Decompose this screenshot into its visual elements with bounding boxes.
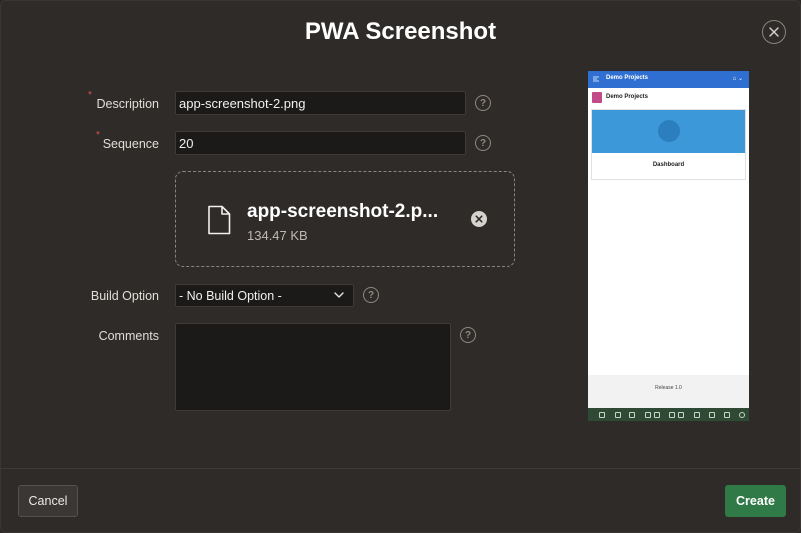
preview-release: Release 1.0 bbox=[655, 385, 682, 391]
preview-dev-toolbar bbox=[588, 408, 749, 421]
description-label: Description bbox=[96, 97, 159, 111]
preview-card-label: Dashboard bbox=[652, 162, 685, 168]
preview-app-title: Demo Projects bbox=[606, 75, 649, 81]
description-help-icon[interactable]: ? bbox=[475, 95, 491, 111]
toolbar-home-icon bbox=[599, 412, 605, 418]
comments-label: Comments bbox=[98, 329, 159, 343]
toolbar-view-icon bbox=[654, 412, 660, 418]
toolbar-toggle-icon bbox=[678, 412, 684, 418]
close-icon bbox=[475, 215, 483, 223]
preview-card-banner bbox=[592, 110, 745, 153]
preview-footer: Release 1.0 bbox=[588, 375, 749, 408]
file-name: app-screenshot-2.p... bbox=[247, 201, 439, 222]
toolbar-page-icon bbox=[629, 412, 635, 418]
close-icon bbox=[769, 27, 779, 37]
menu-icon bbox=[593, 76, 599, 82]
comments-textarea[interactable] bbox=[175, 323, 451, 411]
toolbar-theme-icon bbox=[709, 412, 715, 418]
build-option-select[interactable]: - No Build Option - bbox=[175, 284, 354, 307]
sequence-help-icon[interactable]: ? bbox=[475, 135, 491, 151]
dialog-header: PWA Screenshot bbox=[1, 1, 800, 63]
preview-dashboard-card: Dashboard bbox=[591, 109, 746, 180]
comments-help-icon[interactable]: ? bbox=[460, 327, 476, 343]
user-icon: ⌂ ⌄ bbox=[732, 76, 743, 82]
preview-region-header: Demo Projects bbox=[591, 91, 746, 107]
build-option-help-icon[interactable]: ? bbox=[363, 287, 379, 303]
screenshot-preview: Demo Projects ⌂ ⌄ Demo Projects Dashboar… bbox=[588, 71, 749, 421]
sequence-label: Sequence bbox=[102, 137, 159, 151]
file-dropzone[interactable]: app-screenshot-2.p... 134.47 KB bbox=[175, 171, 515, 267]
toolbar-session-icon bbox=[645, 412, 651, 418]
file-size: 134.47 KB bbox=[247, 228, 308, 243]
remove-file-button[interactable] bbox=[471, 211, 487, 227]
toolbar-settings-icon bbox=[739, 412, 745, 418]
description-input[interactable] bbox=[175, 91, 466, 115]
toolbar-info-icon bbox=[724, 412, 730, 418]
cancel-button[interactable]: Cancel bbox=[18, 485, 78, 517]
app-icon bbox=[592, 92, 602, 103]
build-option-label: Build Option bbox=[90, 289, 159, 303]
preview-app-header: Demo Projects ⌂ ⌄ bbox=[588, 71, 749, 88]
pwa-screenshot-dialog: PWA Screenshot * Description ? * Sequenc… bbox=[0, 0, 801, 533]
dashboard-icon bbox=[658, 120, 680, 142]
file-icon bbox=[208, 205, 231, 235]
preview-region-title: Demo Projects bbox=[606, 94, 649, 100]
sequence-input[interactable] bbox=[175, 131, 466, 155]
close-button[interactable] bbox=[762, 20, 786, 44]
toolbar-debug-icon bbox=[669, 412, 675, 418]
footer-divider bbox=[1, 468, 800, 469]
chevron-down-icon bbox=[334, 292, 344, 298]
toolbar-quicksql-icon bbox=[694, 412, 700, 418]
create-button[interactable]: Create bbox=[725, 485, 786, 517]
toolbar-edit-icon bbox=[615, 412, 621, 418]
build-option-value: - No Build Option - bbox=[179, 289, 282, 303]
dialog-title: PWA Screenshot bbox=[304, 18, 497, 45]
